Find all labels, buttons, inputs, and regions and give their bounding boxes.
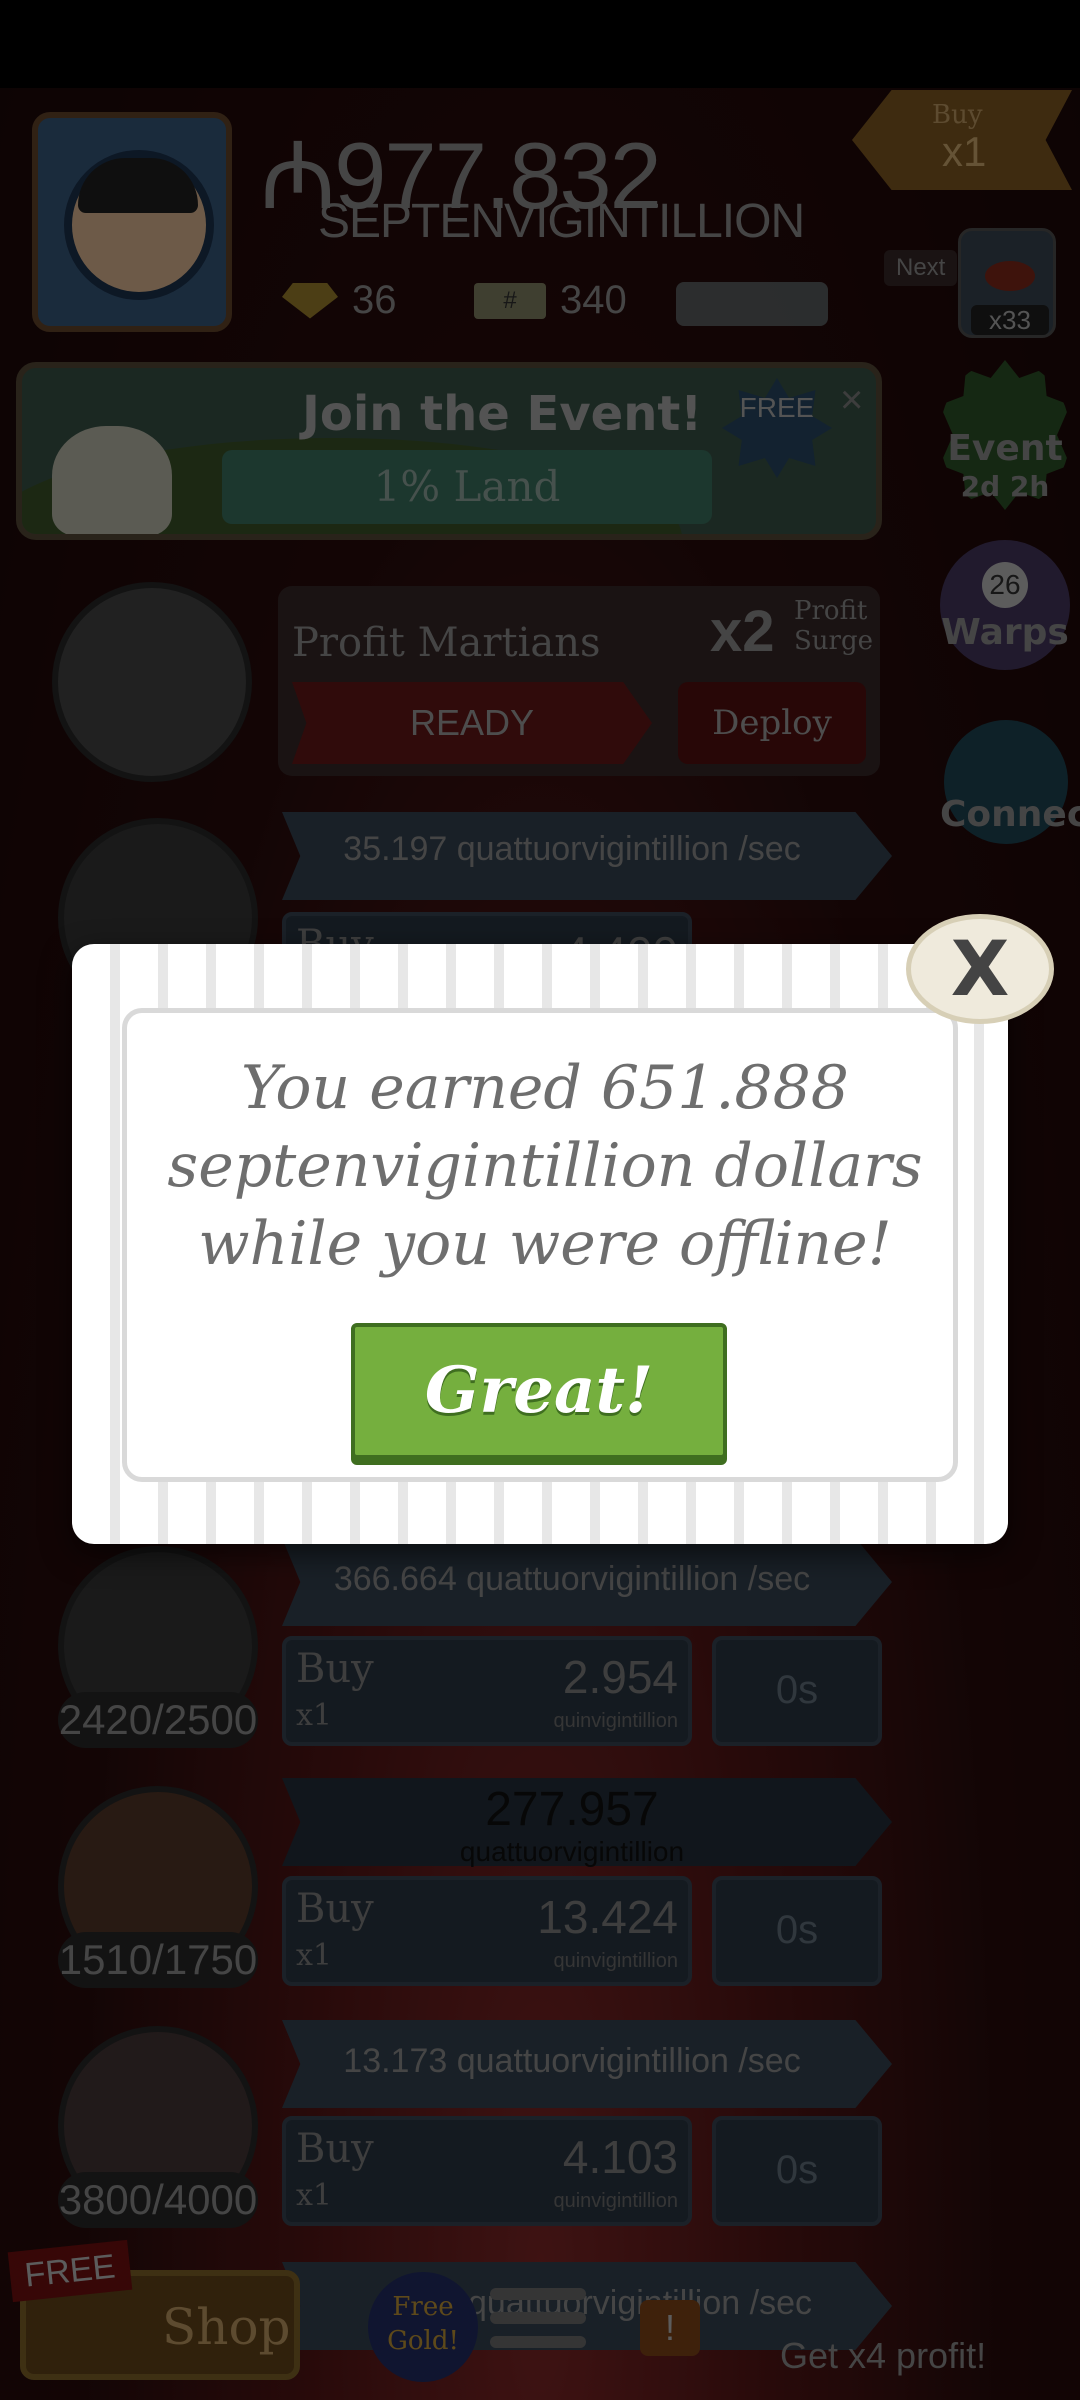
money-unit: SEPTENVIGINTILLION xyxy=(318,195,805,248)
next-unlock-button[interactable]: x33 xyxy=(958,228,1056,338)
buy-price-unit: quinvigintillion xyxy=(553,1710,678,1732)
business-buy-button[interactable]: Buy x1 2.954 quinvigintillion xyxy=(282,1636,692,1746)
buy-price-unit: quinvigintillion xyxy=(553,2190,678,2212)
ticket-icon: # xyxy=(474,282,546,319)
next-label: Next xyxy=(884,250,958,286)
offline-earnings-message: You earned 651.888 septenvigintillion do… xyxy=(167,1053,923,1279)
meteor-icon xyxy=(985,261,1035,291)
business-timer: 0s xyxy=(712,1876,882,1986)
martians-surge-line1: Profit xyxy=(794,596,868,626)
buy-multiplier: x1 xyxy=(296,1938,333,1973)
buy-multiplier: x1 xyxy=(296,1698,333,1733)
x4-profit-button[interactable]: Get x4 profit! xyxy=(780,2335,986,2377)
martians-deploy-button[interactable]: Deploy xyxy=(678,682,866,764)
offline-earnings-dialog: You earned 651.888 septenvigintillion do… xyxy=(72,944,1008,1544)
event-side-time: 2d 2h xyxy=(960,470,1050,503)
buy-price: 4.103 xyxy=(562,2131,678,2183)
buy-multiplier-button[interactable]: Buy x1 xyxy=(852,90,1072,190)
event-character-icon xyxy=(52,426,172,534)
business-buy-button[interactable]: Buy x1 4.103 quinvigintillion xyxy=(282,2116,692,2226)
buy-label: Buy xyxy=(296,1886,374,1932)
warps-count: 26 xyxy=(982,562,1028,608)
close-dialog-button[interactable]: X xyxy=(906,914,1054,1024)
gold-counter[interactable]: 36 xyxy=(282,278,397,323)
buy-multiplier: x1 xyxy=(296,2178,333,2213)
business-rate: 35.197 quattuorvigintillion /sec xyxy=(343,830,801,868)
event-progress: 1% Land xyxy=(222,450,712,524)
martians-surge-line2: Surge xyxy=(794,626,874,656)
business-rate: 366.664 quattuorvigintillion /sec xyxy=(333,1560,811,1598)
great-button[interactable]: Great! xyxy=(351,1323,727,1459)
martians-multiplier: x2 xyxy=(710,599,775,664)
dialog-content: You earned 651.888 septenvigintillion do… xyxy=(122,1008,958,1482)
menu-icon[interactable] xyxy=(490,2288,586,2368)
business-buy-button[interactable]: Buy x1 13.424 quinvigintillion xyxy=(282,1876,692,1986)
buy-multiplier-value: x1 xyxy=(942,128,987,175)
buy-price: 2.954 xyxy=(562,1651,678,1703)
ticket-value: 340 xyxy=(560,278,627,322)
event-banner[interactable]: Join the Event! 1% Land FREE × xyxy=(16,362,882,540)
business-count: 3800/4000 xyxy=(58,2172,258,2228)
event-title: Join the Event! xyxy=(302,386,703,442)
martians-ready-button[interactable]: READY xyxy=(292,682,652,764)
business-timer: 0s xyxy=(712,1636,882,1746)
buy-price-unit: quinvigintillion xyxy=(553,1950,678,1972)
business-rate: 13.173 quattuorvigintillion /sec xyxy=(343,2042,801,2080)
business-timer: 0s xyxy=(712,2116,882,2226)
connect-label: Connect xyxy=(940,794,1080,835)
alert-icon[interactable]: ! xyxy=(640,2300,700,2356)
shop-label: Shop xyxy=(162,2298,291,2356)
event-close-icon[interactable]: × xyxy=(840,378,863,423)
player-avatar[interactable] xyxy=(32,112,232,332)
free-gold-button[interactable]: Free Gold! xyxy=(368,2272,478,2382)
business-rate: 277.957 xyxy=(485,1783,659,1836)
free-badge: FREE xyxy=(722,378,832,478)
bill-icon[interactable] xyxy=(676,282,828,326)
status-bar xyxy=(0,0,1080,88)
gold-gem-icon xyxy=(282,282,338,319)
profit-martians-panel: Profit Martians x2 Profit Surge READY Dep… xyxy=(278,586,880,776)
business-count: 2420/2500 xyxy=(58,1692,258,1748)
buy-label: Buy xyxy=(296,1646,374,1692)
ticket-counter[interactable]: #340 xyxy=(474,278,627,323)
business-count: 1510/1750 xyxy=(58,1932,258,1988)
buy-price: 13.424 xyxy=(537,1891,678,1943)
event-side-label: Event xyxy=(947,428,1063,469)
business-rate-unit: quattuorvigintillion xyxy=(459,1836,685,1867)
martians-title: Profit Martians xyxy=(292,620,601,666)
buy-label: Buy xyxy=(296,2126,374,2172)
warps-label: Warps xyxy=(941,612,1069,653)
next-count: x33 xyxy=(971,305,1049,335)
ufo-icon xyxy=(52,582,252,782)
buy-multiplier-label: Buy xyxy=(932,100,983,130)
martians-surge: Profit Surge xyxy=(794,596,873,656)
gold-value: 36 xyxy=(352,278,397,322)
